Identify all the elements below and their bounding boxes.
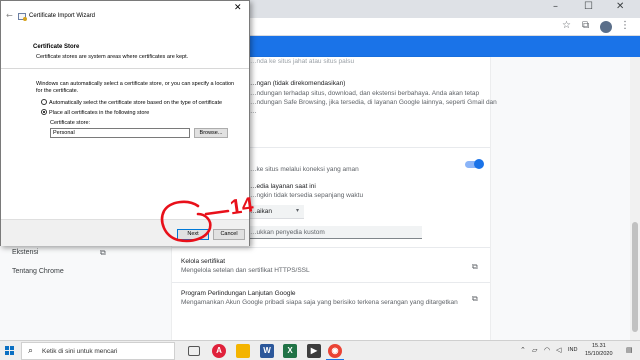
task-view-icon[interactable] [188, 346, 200, 356]
media-player-icon[interactable]: ▶ [307, 344, 321, 358]
secure-dns-desc: …ke situs melalui koneksi yang aman [250, 166, 359, 173]
open-external-icon[interactable]: ⧉ [472, 294, 478, 304]
close-icon[interactable]: ✕ [234, 3, 242, 13]
browse-button[interactable]: Browse... [194, 128, 228, 138]
cancel-button[interactable]: Cancel [213, 229, 245, 240]
profile-avatar[interactable] [600, 21, 612, 33]
safe-browsing-desc: … [250, 108, 257, 115]
wizard-header: Certificate Store Certificate stores are… [1, 27, 249, 69]
open-external-icon[interactable]: ⧉ [100, 248, 106, 258]
wizard-heading: Certificate Store [33, 44, 80, 50]
safe-browsing-option-title: …ngan (tidak direkomendasikan) [250, 80, 346, 87]
search-icon: ⌕ [28, 346, 34, 356]
wizard-description: Windows can automatically select a certi… [36, 81, 235, 94]
network-icon[interactable]: ▱ [532, 346, 537, 354]
next-button[interactable]: Next [177, 229, 209, 240]
wizard-title: Certificate Import Wizard [29, 13, 96, 19]
opera-icon[interactable]: A [212, 344, 226, 358]
advanced-protection-desc: Mengamankan Akun Google pribadi siapa sa… [181, 299, 458, 306]
open-external-icon[interactable]: ⧉ [472, 262, 478, 272]
word-icon[interactable]: W [260, 344, 274, 358]
radio-button-checked[interactable] [41, 109, 47, 115]
wizard-footer: Next Cancel [1, 219, 249, 246]
windows-start-icon[interactable] [5, 346, 15, 356]
certificate-store-label: Certificate store: [50, 120, 91, 126]
dns-provider-title: …edia layanan saat ini [250, 183, 316, 190]
radio-auto-label: Automatically select the certificate sto… [49, 100, 223, 106]
divider [172, 282, 490, 283]
notifications-icon[interactable]: ▤ [626, 346, 633, 354]
secure-dns-toggle-knob[interactable] [474, 159, 484, 169]
radio-manual-label: Place all certificates in the following … [49, 110, 150, 116]
certificate-icon [18, 13, 27, 21]
dns-input-placeholder: …ukkan penyedia kustom [250, 229, 325, 236]
sidebar-item-about[interactable]: Tentang Chrome [12, 268, 64, 275]
divider [172, 247, 490, 248]
taskbar: ⌕ Ketik di sini untuk mencari A W X ▶ ◉ … [0, 340, 640, 360]
back-arrow-icon[interactable]: ← [6, 11, 13, 20]
chrome-icon[interactable]: ◉ [328, 344, 342, 358]
dns-provider-desc: …ngkin tidak tersedia sepanjang waktu [250, 192, 364, 199]
safe-browsing-desc: …ndungan terhadap situs, download, dan e… [250, 90, 480, 97]
minimize-icon[interactable]: – [553, 1, 558, 12]
taskbar-search-box[interactable]: ⌕ Ketik di sini untuk mencari [21, 342, 175, 360]
advanced-protection-title[interactable]: Program Perlindungan Lanjutan Google [181, 290, 296, 297]
radio-auto-select[interactable]: Automatically select the certificate sto… [41, 99, 222, 106]
settings-partial-text: …nda ke situs jahat atau situs palsu [250, 58, 355, 65]
dns-select-value: …aikan [250, 208, 273, 215]
extensions-puzzle-icon[interactable]: ⧉ [582, 20, 589, 31]
radio-place-in-store[interactable]: Place all certificates in the following … [41, 109, 149, 116]
wizard-body: Windows can automatically select a certi… [1, 69, 249, 219]
sidebar-item-extensions[interactable]: Ekstensi [12, 249, 38, 256]
system-tray-chevron-icon[interactable]: ⌃ [520, 346, 526, 354]
maximize-icon[interactable]: ☐ [584, 1, 593, 12]
file-explorer-icon[interactable] [236, 344, 250, 358]
scrollbar-thumb[interactable] [632, 222, 638, 332]
bookmark-star-icon[interactable]: ☆ [562, 20, 571, 31]
dns-custom-input[interactable]: …ukkan penyedia kustom [222, 226, 422, 239]
wizard-subheading: Certificate stores are system areas wher… [36, 54, 189, 60]
close-window-icon[interactable]: ✕ [616, 1, 624, 12]
radio-button[interactable] [41, 99, 47, 105]
certificate-store-field[interactable]: Personal [50, 128, 190, 138]
manage-certificates-title[interactable]: Kelola sertifikat [181, 258, 225, 265]
volume-icon[interactable]: ◁ [556, 346, 561, 354]
certificate-import-wizard: ← Certificate Import Wizard ✕ Certificat… [0, 0, 250, 246]
clock-date[interactable]: 15/10/2020 [585, 351, 613, 357]
wizard-titlebar: ← Certificate Import Wizard ✕ [1, 1, 249, 27]
safe-browsing-desc: …ndungan Safe Browsing, jika tersedia, d… [250, 99, 497, 106]
menu-dots-icon[interactable]: ⋮ [620, 20, 630, 31]
wifi-icon[interactable]: ◠ [544, 346, 550, 354]
clock-time[interactable]: 15.31 [592, 343, 606, 349]
manage-certificates-desc: Mengelola setelan dan sertifikat HTTPS/S… [181, 267, 310, 274]
excel-icon[interactable]: X [283, 344, 297, 358]
chevron-down-icon: ▾ [296, 207, 300, 214]
search-placeholder: Ketik di sini untuk mencari [42, 348, 118, 355]
language-indicator[interactable]: IND [568, 347, 577, 353]
